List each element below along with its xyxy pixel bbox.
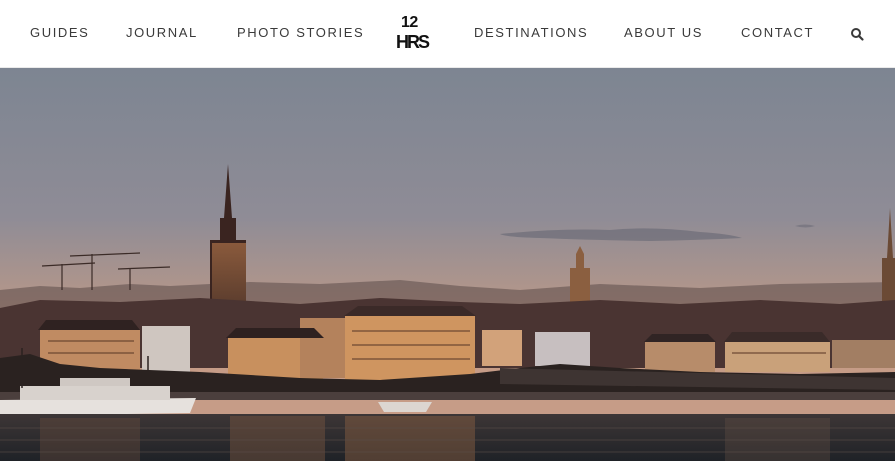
- nav-about-us[interactable]: ABOUT US: [624, 26, 703, 40]
- city-skyline-photo: [0, 68, 895, 461]
- hero-image: [0, 68, 895, 461]
- nav-guides[interactable]: GUIDES: [30, 26, 89, 40]
- nav-journal[interactable]: JOURNAL: [126, 26, 198, 40]
- site-header: GUIDES JOURNAL PHOTO STORIES 12 HRS DEST…: [0, 0, 895, 68]
- search-icon[interactable]: [849, 26, 865, 42]
- nav-contact[interactable]: CONTACT: [741, 26, 814, 40]
- nav-destinations[interactable]: DESTINATIONS: [474, 26, 588, 40]
- site-logo[interactable]: 12 HRS: [396, 14, 434, 54]
- nav-photo-stories[interactable]: PHOTO STORIES: [237, 26, 364, 40]
- logo-number: 12: [401, 14, 418, 31]
- logo-wordmark: HRS: [396, 32, 430, 52]
